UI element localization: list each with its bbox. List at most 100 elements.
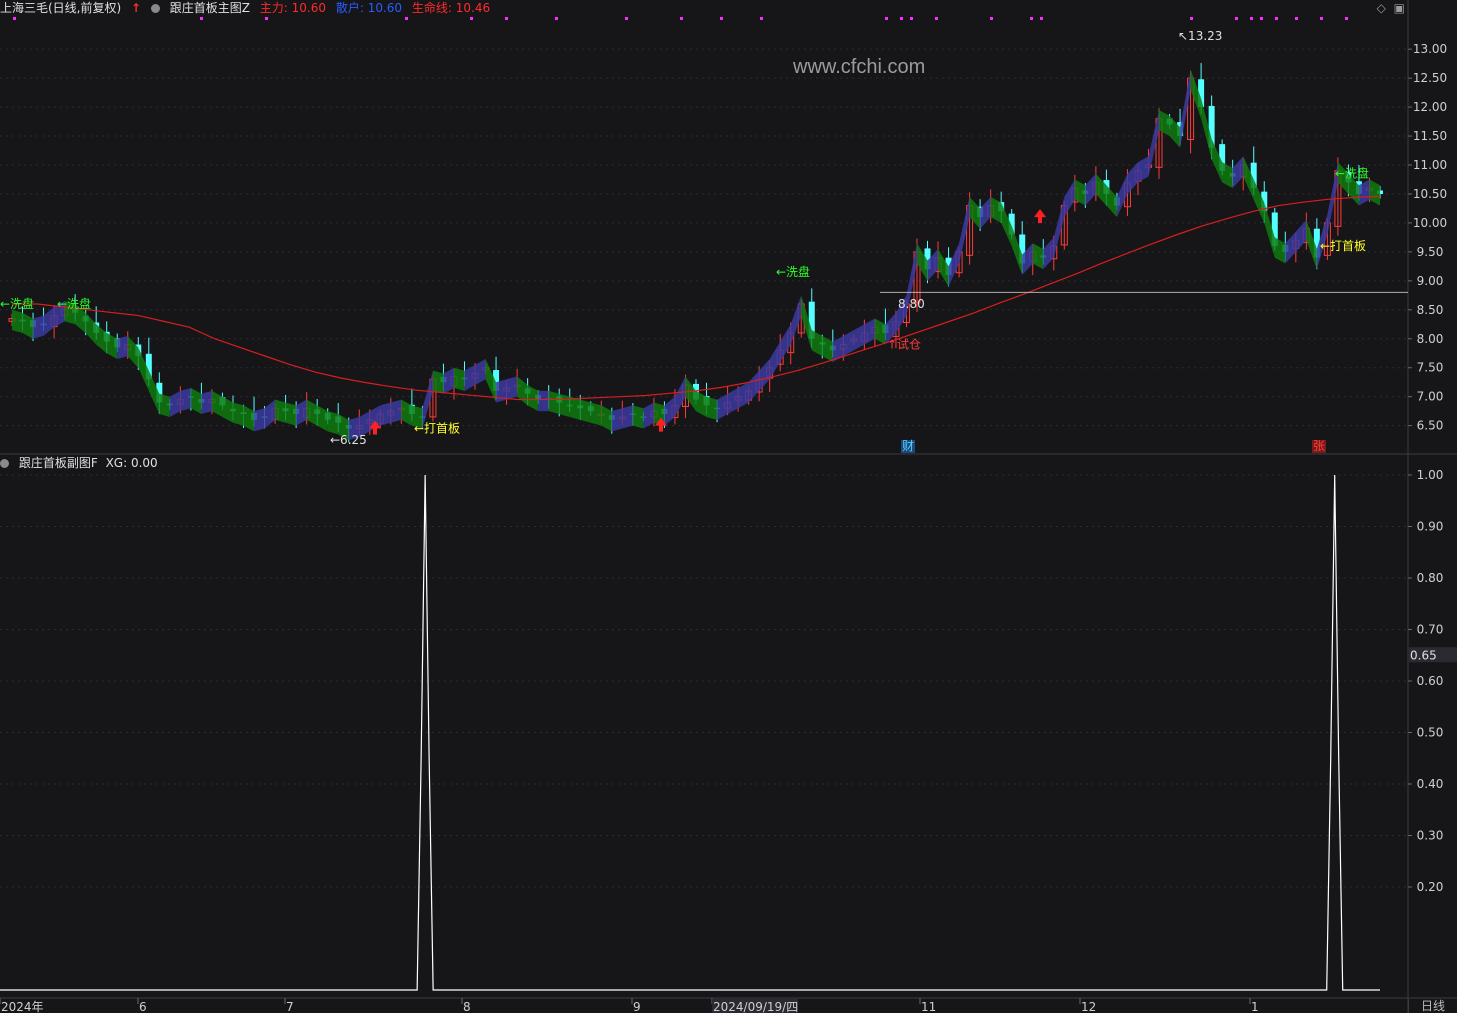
ribbon-up-segment — [643, 402, 654, 429]
ribbon-down-segment — [1106, 185, 1117, 218]
ribbon-down-segment — [1190, 69, 1202, 119]
ribbon-up-segment — [169, 390, 181, 417]
signal-dot — [13, 17, 16, 20]
ribbon-down-segment — [696, 390, 707, 417]
indicator-settings-icon[interactable] — [150, 4, 160, 13]
ribbon-up-segment — [622, 405, 633, 429]
chart-annotation: ↑试仓 — [887, 337, 921, 352]
ribbon-down-segment — [1159, 109, 1170, 137]
ribbon-up-segment — [1085, 173, 1096, 206]
ribbon-down-segment — [1032, 243, 1044, 270]
ribbon-down-segment — [275, 399, 286, 423]
ribbon-down-segment — [243, 405, 255, 432]
window-icon[interactable]: ▣ — [1394, 1, 1405, 15]
x-tick-label: 2024/09/19/四 — [713, 1000, 798, 1013]
ribbon-up-segment — [1137, 156, 1149, 183]
ribbon-down-segment — [580, 399, 591, 423]
sub-y-tick-label: 0.60 — [1417, 674, 1444, 688]
ribbon-up-segment — [201, 390, 212, 415]
chart-annotation: 财 — [902, 439, 914, 453]
x-tick-label: 2024年 — [1, 1000, 44, 1013]
main-y-tick-label: 12.50 — [1413, 71, 1447, 85]
ribbon-up-segment — [33, 315, 44, 339]
period-tag[interactable]: 日线 — [1408, 999, 1457, 1013]
ribbon-up-segment — [738, 382, 749, 409]
main-y-tick-label: 8.50 — [1417, 303, 1444, 317]
ribbon-down-segment — [190, 387, 202, 415]
window-controls: ◇ ▣ — [1373, 1, 1405, 15]
signal-dot — [505, 17, 508, 20]
ribbon-down-segment — [706, 396, 718, 420]
ribbon-down-segment — [22, 312, 34, 339]
main-y-tick-label: 9.00 — [1417, 274, 1444, 288]
sub-y-tick-label: 0.90 — [1417, 520, 1444, 534]
sanhu-value: 散户: 10.60 — [335, 1, 403, 15]
sub-chart-header: 跟庄首板副图F XG: 0.00 — [0, 455, 164, 471]
ribbon-up-segment — [790, 295, 802, 345]
ribbon-down-segment — [148, 370, 160, 415]
ribbon-down-segment — [1095, 173, 1107, 206]
x-tick-label: 7 — [286, 1000, 294, 1013]
ribbon-down-segment — [232, 402, 244, 426]
ribbon-down-segment — [85, 312, 97, 345]
ribbon-down-segment — [569, 396, 581, 420]
chart-annotation: ↖13.23 — [1178, 29, 1222, 43]
diamond-icon[interactable]: ◇ — [1377, 1, 1386, 15]
ribbon-up-segment — [748, 370, 760, 403]
sub-y-tick-label: 0.30 — [1417, 829, 1444, 843]
signal-dot — [680, 17, 683, 20]
ribbon-up-segment — [117, 335, 128, 360]
main-y-tick-label: 7.50 — [1417, 361, 1444, 375]
ribbon-down-segment — [1001, 202, 1012, 247]
main-y-tick-label: 11.50 — [1413, 129, 1447, 143]
main-y-tick-label: 9.50 — [1417, 245, 1444, 259]
ribbon-up-segment — [1232, 156, 1244, 189]
ribbon-up-segment — [727, 387, 739, 415]
ribbon-down-segment — [432, 370, 444, 394]
main-y-tick-label: 10.00 — [1413, 216, 1447, 230]
ribbon-up-segment — [769, 341, 781, 380]
ribbon-down-segment — [1306, 220, 1317, 270]
signal-dot — [1190, 17, 1193, 20]
signal-dot — [990, 17, 993, 20]
ribbon-down-segment — [453, 367, 465, 391]
ribbon-down-segment — [317, 405, 328, 432]
x-tick-label: 9 — [633, 1000, 641, 1013]
signal-dot — [555, 17, 558, 20]
ribbon-down-segment — [485, 359, 497, 403]
signal-dot — [720, 17, 723, 20]
signal-dot — [1345, 17, 1348, 20]
ribbon-up-segment — [959, 196, 970, 264]
ribbon-down-segment — [685, 376, 696, 412]
sub-indicator-settings-icon[interactable] — [0, 459, 9, 468]
ribbon-down-segment — [106, 332, 118, 360]
ribbon-up-segment — [464, 364, 476, 391]
shengming-ma-line — [12, 195, 1381, 401]
ribbon-down-segment — [1274, 237, 1286, 264]
ribbon-down-segment — [12, 309, 23, 333]
ribbon-up-segment — [980, 196, 991, 229]
sub-y-tick-label: 0.80 — [1417, 571, 1444, 585]
ribbon-down-segment — [990, 196, 1002, 223]
signal-dot — [1260, 17, 1263, 20]
ribbon-down-segment — [306, 399, 318, 426]
sub-y-tick-label: 0.50 — [1417, 726, 1444, 740]
xg-value: XG: 0.00 — [105, 456, 158, 470]
ribbon-down-segment — [127, 335, 139, 368]
main-indicator-name[interactable]: 跟庄首板主图Z — [170, 1, 250, 15]
ribbon-down-segment — [1169, 115, 1181, 148]
ribbon-up-segment — [180, 387, 191, 412]
sub-indicator-name[interactable]: 跟庄首板副图F — [19, 456, 98, 470]
signal-dot — [885, 17, 888, 20]
x-tick-label: 1 — [1251, 1000, 1259, 1013]
ribbon-up-segment — [475, 359, 486, 386]
ribbon-up-segment — [717, 393, 728, 420]
chart-annotation: 张 — [1313, 439, 1325, 453]
ribbon-down-segment — [1369, 179, 1380, 206]
ribbon-up-segment — [611, 408, 623, 432]
ribbon-up-segment — [664, 396, 675, 426]
stock-title[interactable]: 上海三毛(日线,前复权) — [0, 1, 121, 15]
chart-canvas[interactable]: 13.0012.5012.0011.5011.0010.5010.009.509… — [0, 0, 1457, 1013]
chart-annotation: ←打首板 — [414, 422, 460, 436]
ribbon-down-segment — [1222, 162, 1233, 189]
